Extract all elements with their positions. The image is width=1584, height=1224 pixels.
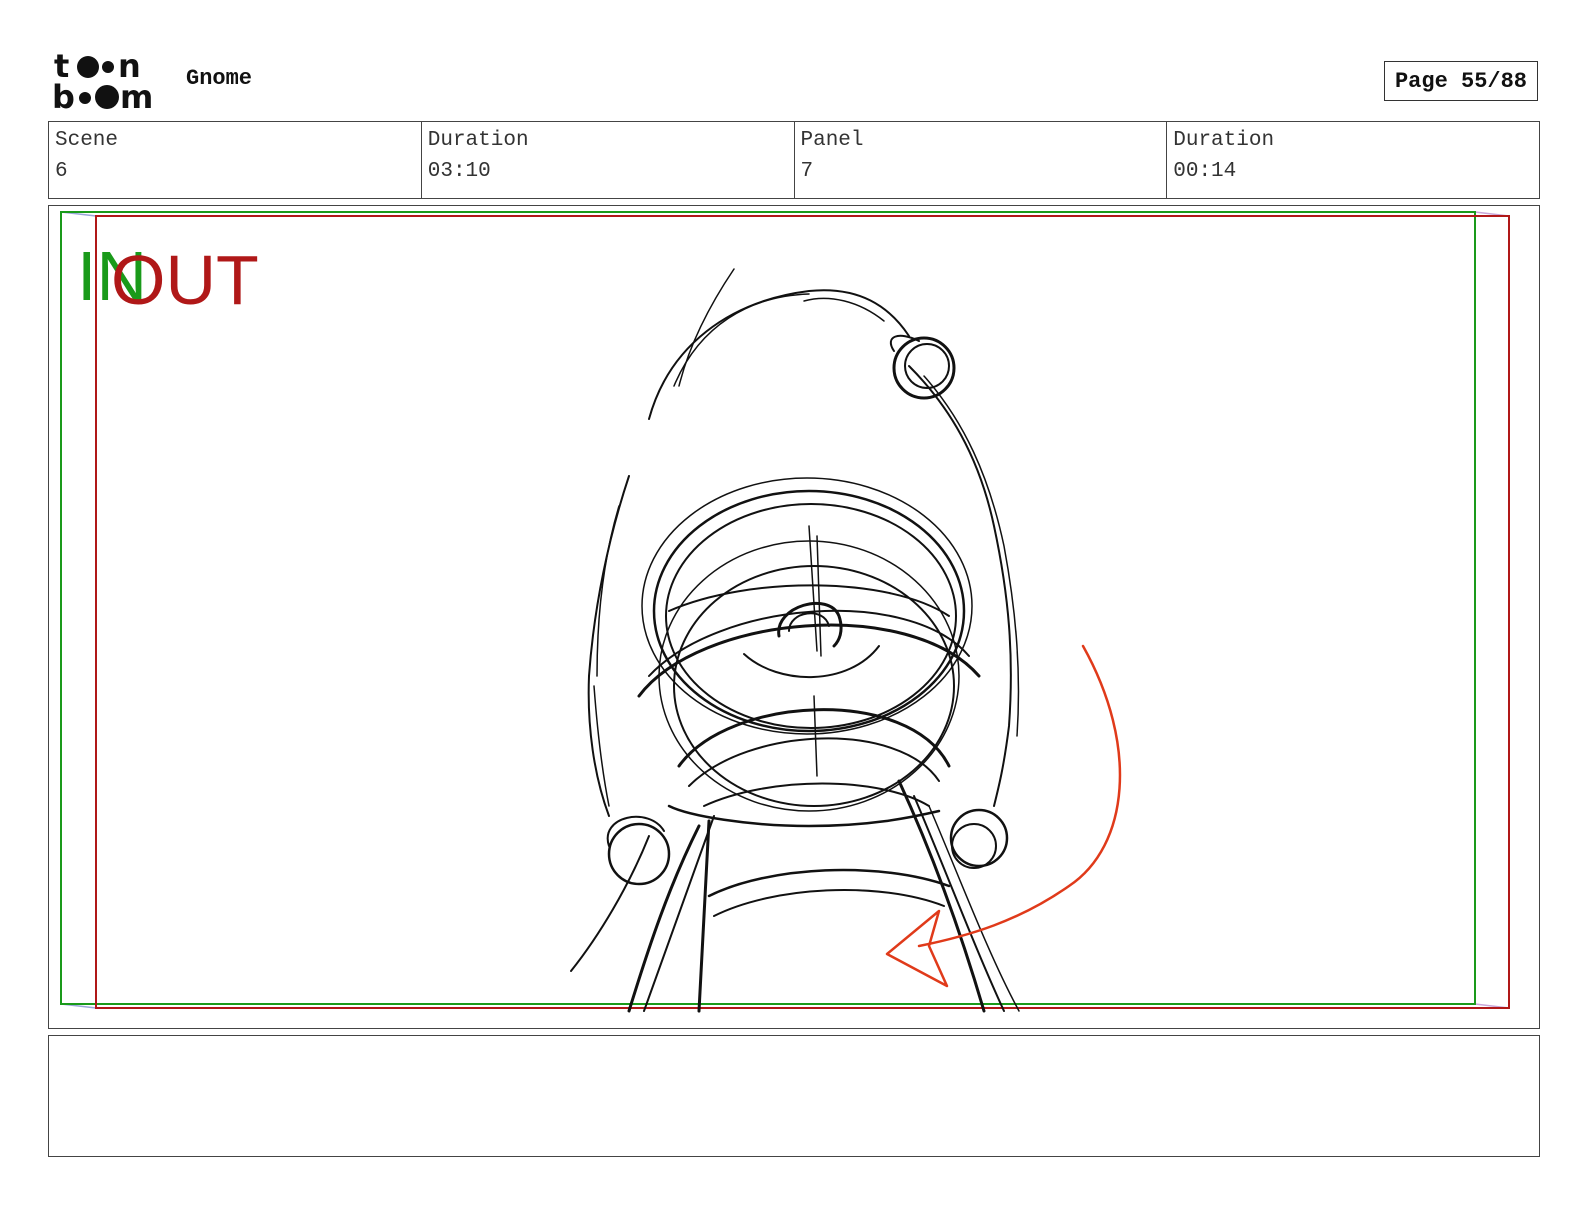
panel-image-frame: IN OUT — [48, 205, 1540, 1029]
panel-sketch: IN OUT — [60, 211, 1510, 1013]
panel-cell: Panel 7 — [795, 122, 1168, 198]
svg-text:b: b — [52, 78, 75, 112]
page-number: Page 55/88 — [1384, 61, 1538, 101]
scene-cell: Scene 6 — [49, 122, 422, 198]
out-marker-label: OUT — [111, 241, 259, 319]
scene-duration-value: 03:10 — [427, 160, 491, 183]
scene-duration-label: Duration — [427, 129, 529, 152]
panel-duration-cell: Duration 00:14 — [1167, 122, 1539, 198]
scene-label: Scene — [55, 129, 119, 152]
project-title: Gnome — [186, 66, 253, 91]
panel-duration-value: 00:14 — [1173, 160, 1237, 183]
scene-duration-cell: Duration 03:10 — [422, 122, 795, 198]
in-camera-frame — [60, 211, 1476, 1005]
gnome-sketch — [570, 268, 1020, 1013]
svg-text:m: m — [120, 78, 153, 112]
panel-notes-box — [48, 1035, 1540, 1157]
toon-boom-logo: t n b m — [52, 50, 153, 112]
panel-label: Panel — [800, 129, 864, 152]
panel-info-table: Scene 6 Duration 03:10 Panel 7 Duration … — [48, 121, 1540, 199]
panel-value: 7 — [800, 160, 814, 183]
scene-value: 6 — [55, 160, 68, 183]
panel-duration-label: Duration — [1173, 129, 1275, 152]
